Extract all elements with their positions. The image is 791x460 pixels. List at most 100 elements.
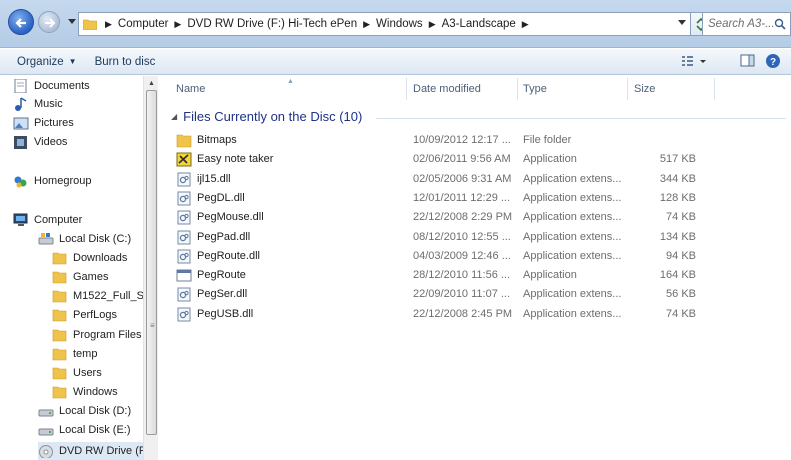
scroll-up-icon[interactable]: ▲ [148, 80, 155, 87]
nav-item-downloads[interactable]: Downloads [52, 251, 127, 265]
nav-item-label: DVD RW Drive (F: [59, 445, 149, 457]
nav-item-label: Windows [73, 386, 118, 398]
nav-item-music[interactable]: Music [13, 97, 63, 111]
nav-item-label: Music [34, 98, 63, 110]
column-divider[interactable] [406, 78, 407, 100]
folder-icon [83, 19, 97, 30]
group-header[interactable]: ◢ Files Currently on the Disc (10) [171, 109, 362, 124]
nav-item-computer[interactable]: Computer [13, 213, 82, 227]
search-input[interactable]: Search A3-... [702, 12, 791, 36]
help-icon[interactable]: ? [765, 53, 781, 69]
breadcrumb-dvd-drive[interactable]: DVD RW Drive (F:) Hi-Tech ePen [187, 18, 357, 30]
table-row[interactable]: PegPad.dll 08/12/2010 12:55 ... Applicatio… [176, 228, 696, 247]
table-row[interactable]: PegRoute.dll 04/03/2009 12:46 ... Applicat… [176, 247, 696, 266]
documents-icon [14, 79, 27, 93]
file-name: Easy note taker [197, 153, 274, 166]
forward-button[interactable] [38, 11, 60, 33]
file-name: PegUSB.dll [197, 307, 254, 320]
back-button[interactable] [8, 9, 34, 35]
burn-label: Burn to disc [94, 55, 156, 68]
burn-to-disc-button[interactable]: Burn to disc [95, 56, 156, 68]
dll-icon [177, 307, 191, 322]
table-row[interactable]: Bitmaps 10/09/2012 12:17 ... File folder [176, 131, 696, 150]
file-name: PegMouse.dll [197, 211, 264, 224]
nav-scrollbar[interactable]: ▲ ≡ [143, 76, 158, 460]
address-bar-area: ▶ Computer ▶ DVD RW Drive (F:) Hi-Tech ePe… [0, 0, 791, 48]
nav-item-label: Local Disk (D:) [59, 405, 132, 417]
preview-pane-icon[interactable] [740, 53, 756, 69]
change-view-icon[interactable] [681, 53, 709, 69]
address-dropdown-icon[interactable] [678, 20, 686, 26]
folder-icon [52, 271, 67, 284]
nav-item-temp[interactable]: temp [52, 347, 97, 361]
collapse-group-icon[interactable]: ◢ [171, 112, 177, 121]
nav-item-dvd-rw-drive[interactable]: DVD RW Drive (F: [38, 442, 149, 460]
table-row[interactable]: PegMouse.dll 22/12/2008 2:29 PM Applicatio… [176, 208, 696, 227]
nav-item-label: Pictures [34, 117, 74, 129]
breadcrumb-a3-landscape[interactable]: A3-Landscape [442, 18, 516, 30]
music-icon [15, 97, 27, 111]
scrollbar-thumb[interactable]: ≡ [146, 90, 157, 435]
nav-item-local-disk-e[interactable]: Local Disk (E:) [38, 423, 131, 437]
nav-item-label: Program Files [73, 329, 142, 341]
nav-item-games[interactable]: Games [52, 270, 108, 284]
videos-icon [14, 136, 27, 149]
table-row[interactable]: ijl15.dll 02/05/2006 9:31 AM Application e… [176, 170, 696, 189]
column-header-type[interactable]: Type [523, 83, 547, 95]
column-header-date[interactable]: Date modified [413, 83, 481, 95]
dll-icon [177, 249, 191, 264]
file-date-modified: 22/12/2008 2:29 PM [413, 211, 513, 224]
organize-menu[interactable]: Organize ▼ [17, 56, 77, 68]
nav-item-users[interactable]: Users [52, 366, 102, 380]
table-row[interactable]: PegDL.dll 12/01/2011 12:29 ... Application… [176, 189, 696, 208]
nav-item-m1522-full-sol[interactable]: M1522_Full_Sol [52, 289, 153, 303]
file-date-modified: 28/12/2010 11:56 ... [413, 269, 511, 282]
column-divider[interactable] [627, 78, 628, 100]
breadcrumb-windows[interactable]: Windows [376, 18, 423, 30]
table-row[interactable]: PegSer.dll 22/09/2010 11:07 ... Applicatio… [176, 285, 696, 304]
file-name: ijl15.dll [197, 172, 231, 185]
file-date-modified: 10/09/2012 12:17 ... [413, 134, 511, 146]
column-divider[interactable] [517, 78, 518, 100]
table-row[interactable]: PegUSB.dll 22/12/2008 2:45 PM Application … [176, 305, 696, 324]
breadcrumb-computer[interactable]: Computer [118, 18, 169, 30]
table-row[interactable]: PegRoute 28/12/2010 11:56 ... Application 1… [176, 266, 696, 285]
file-date-modified: 22/09/2010 11:07 ... [413, 288, 511, 301]
file-list: ▲ Name Date modified Type Size ◢ Files C… [159, 76, 791, 460]
folder-icon [52, 386, 67, 399]
recent-pages-dropdown-icon[interactable] [68, 19, 76, 25]
nav-item-documents[interactable]: Documents [13, 79, 90, 93]
table-row[interactable]: Easy note taker 02/06/2011 9:56 AM Applica… [176, 150, 696, 169]
folder-icon [52, 252, 67, 265]
pictures-icon [13, 117, 29, 130]
file-size: 56 KB [666, 288, 696, 301]
drive-icon [38, 233, 54, 245]
column-header-name[interactable]: Name [176, 83, 205, 95]
column-divider[interactable] [714, 78, 715, 100]
file-date-modified: 02/05/2006 9:31 AM [413, 172, 512, 185]
folder-icon [52, 329, 67, 342]
nav-item-label: Videos [34, 136, 68, 148]
nav-item-videos[interactable]: Videos [13, 135, 67, 149]
nav-item-homegroup[interactable]: Homegroup [13, 174, 91, 188]
nav-item-label: PerfLogs [73, 309, 118, 321]
file-name: PegDL.dll [197, 191, 245, 204]
nav-item-perflogs[interactable]: PerfLogs [52, 308, 117, 322]
dll-icon [177, 191, 191, 206]
file-date-modified: 08/12/2010 12:55 ... [413, 230, 511, 243]
file-date-modified: 22/12/2008 2:45 PM [413, 307, 513, 320]
nav-item-pictures[interactable]: Pictures [13, 116, 74, 130]
nav-item-local-disk-d[interactable]: Local Disk (D:) [38, 404, 131, 418]
sort-ascending-icon: ▲ [287, 78, 294, 85]
file-type: File folder [523, 134, 572, 146]
address-field[interactable]: ▶ Computer ▶ DVD RW Drive (F:) Hi-Tech ePe… [78, 12, 691, 36]
nav-item-local-disk-c[interactable]: Local Disk (C:) [38, 232, 131, 246]
column-header-size[interactable]: Size [634, 83, 655, 95]
nav-item-program-files[interactable]: Program Files [52, 328, 141, 342]
group-label: Files Currently on the Disc (10) [183, 109, 363, 124]
nav-item-windows[interactable]: Windows [52, 385, 118, 399]
file-type: Application [523, 269, 577, 282]
command-bar: Organize ▼ Burn to disc ? [0, 49, 791, 75]
organize-label: Organize [17, 55, 64, 68]
file-size: 74 KB [666, 307, 696, 320]
